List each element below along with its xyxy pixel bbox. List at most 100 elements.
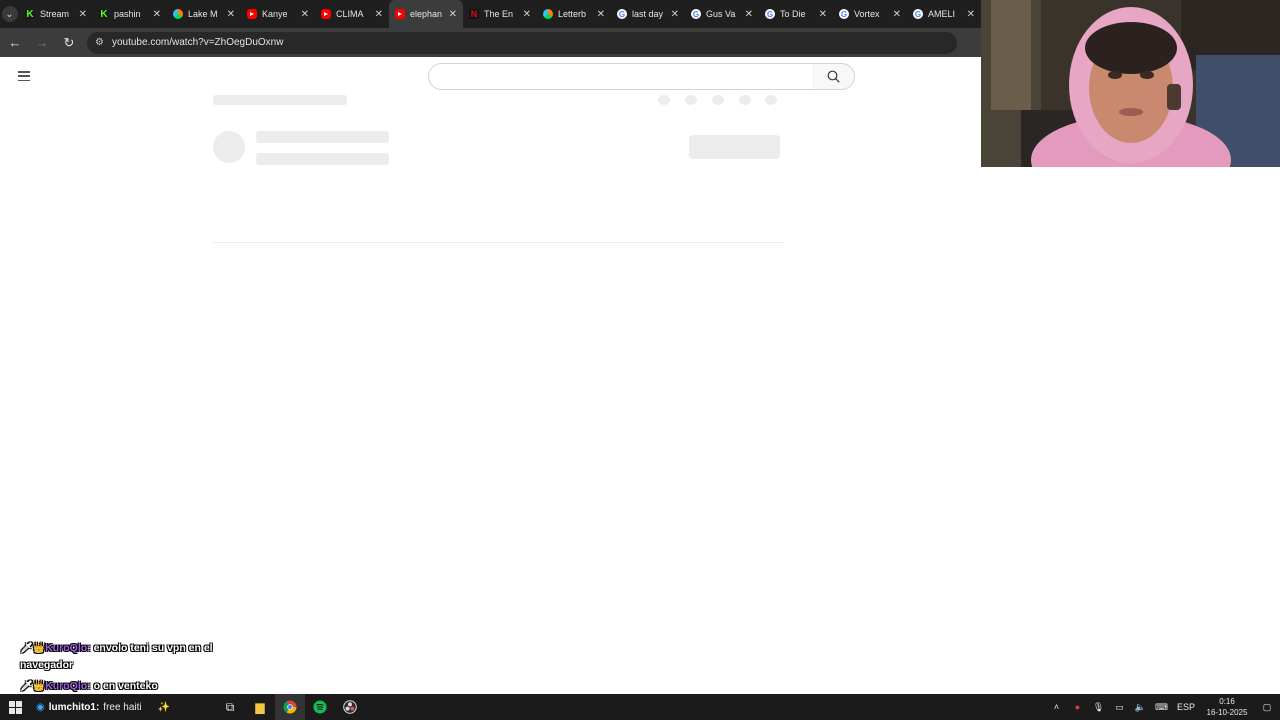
action-skeleton xyxy=(765,95,777,105)
forward-button[interactable]: → xyxy=(30,31,54,55)
google-icon: G xyxy=(765,9,775,19)
tab-label: To Die xyxy=(780,9,806,19)
guide-menu-icon[interactable] xyxy=(18,71,30,81)
address-bar[interactable]: ⚙ youtube.com/watch?v=ZhOegDuOxnw xyxy=(87,31,957,54)
close-icon[interactable]: ✕ xyxy=(745,9,753,20)
sword-badge-icon: 🗡 xyxy=(20,681,33,692)
close-icon[interactable]: ✕ xyxy=(893,9,901,20)
tab-label: Lake M xyxy=(188,9,218,19)
browser-tab[interactable]: Kpashin ✕ xyxy=(93,0,167,28)
browser-tab[interactable]: CLIMA ✕ xyxy=(315,0,389,28)
tab-label: CLIMA xyxy=(336,9,364,19)
keyboard-icon[interactable]: ⌨ xyxy=(1151,702,1172,713)
tab-label: Letterb xyxy=(558,9,587,19)
kick-icon: K xyxy=(99,8,109,20)
search-button[interactable] xyxy=(812,63,855,90)
chrome-button[interactable] xyxy=(275,694,305,720)
tab-label: Vortex xyxy=(854,9,880,19)
taskbar-search[interactable]: ◉ lumchito1: free haiti ✨ xyxy=(30,694,215,720)
browser-tab[interactable]: Lake M ✕ xyxy=(167,0,241,28)
close-icon[interactable]: ✕ xyxy=(153,9,161,20)
search-icon xyxy=(827,70,840,83)
close-icon[interactable]: ✕ xyxy=(375,9,383,20)
tab-strip: ⌄ K Stream ✕ Kpashin ✕ Lake M ✕ Kanye ✕ CLIMA ✕ ele… xyxy=(0,0,981,28)
tab-label: Kanye xyxy=(262,9,288,19)
windows-icon xyxy=(8,700,22,714)
sparkle-icon: ✨ xyxy=(157,701,171,713)
address-text: youtube.com/watch?v=ZhOegDuOxnw xyxy=(111,37,284,48)
chat-username: KuroQlo: xyxy=(45,642,91,654)
close-icon[interactable]: ✕ xyxy=(671,9,679,20)
file-explorer-button[interactable]: ▆ xyxy=(245,694,275,720)
clock-time: 0:16 xyxy=(1219,697,1235,706)
channel-avatar-skeleton xyxy=(213,131,245,163)
close-icon[interactable]: ✕ xyxy=(819,9,827,20)
browser-tab[interactable]: K Stream ✕ xyxy=(19,0,93,28)
stream-chat: 🗡👑KuroQlo: envolo teni su vpn en el nave… xyxy=(20,640,260,700)
browser-tab[interactable]: Glast day ✕ xyxy=(611,0,685,28)
youtube-page xyxy=(0,57,981,694)
google-icon: G xyxy=(617,9,627,19)
reload-button[interactable]: ↻ xyxy=(57,31,81,55)
folder-icon: ▆ xyxy=(255,700,265,714)
sword-badge-icon: 🗡 xyxy=(20,643,33,654)
notifications-icon[interactable]: ▢ xyxy=(1254,702,1280,713)
channel-name-skeleton xyxy=(256,131,389,143)
close-icon[interactable]: ✕ xyxy=(523,9,531,20)
network-icon[interactable]: ▭ xyxy=(1109,702,1130,713)
close-icon[interactable]: ✕ xyxy=(597,9,605,20)
chevron-down-icon: ⌄ xyxy=(1,6,18,22)
tab-search-button[interactable]: ⌄ xyxy=(0,0,19,28)
letterboxd-icon xyxy=(173,9,183,19)
spotify-button[interactable] xyxy=(305,694,335,720)
tab-label: last day xyxy=(632,9,664,19)
google-icon: G xyxy=(913,9,923,19)
browser-tab[interactable]: G To Die ✕ xyxy=(759,0,833,28)
browser-tab[interactable]: G Vortex ✕ xyxy=(833,0,907,28)
google-icon: G xyxy=(691,9,701,19)
close-icon[interactable]: ✕ xyxy=(449,9,457,20)
tab-label: AMELI xyxy=(928,9,956,19)
search-user: lumchito1: xyxy=(48,701,100,713)
search-input[interactable] xyxy=(428,63,813,90)
close-icon[interactable]: ✕ xyxy=(967,9,975,20)
close-icon[interactable]: ✕ xyxy=(79,9,87,20)
obs-button[interactable] xyxy=(335,694,365,720)
search-text: free haiti xyxy=(103,701,142,713)
browser-tab[interactable]: elephan ✕ xyxy=(389,0,463,28)
kick-icon: K xyxy=(25,8,35,20)
browser-toolbar: ← → ↻ ⚙ youtube.com/watch?v=ZhOegDuOxnw xyxy=(0,28,981,57)
chat-message: 🗡👑KuroQlo: o en venteko xyxy=(20,678,260,695)
site-info-icon[interactable]: ⚙ xyxy=(95,37,104,48)
browser-tab[interactable]: G AMELI ✕ xyxy=(907,0,981,28)
system-tray: ˄ ● 🎙 ▭ 🔈 ⌨ ESP 0:16 16-10-2025 ▢ xyxy=(1046,694,1280,720)
language-indicator[interactable]: ESP xyxy=(1172,702,1200,712)
start-button[interactable] xyxy=(0,694,30,720)
recording-icon[interactable]: ● xyxy=(1067,702,1088,712)
google-icon: G xyxy=(839,9,849,19)
task-view-button[interactable]: ⧉ xyxy=(215,694,245,720)
microphone-icon[interactable]: 🎙 xyxy=(1088,702,1109,713)
close-icon[interactable]: ✕ xyxy=(227,9,235,20)
browser-tab[interactable]: Letterb ✕ xyxy=(537,0,611,28)
close-icon[interactable]: ✕ xyxy=(301,9,309,20)
tab-label: The En xyxy=(484,9,514,19)
tab-label: Stream xyxy=(40,9,70,19)
taskbar: ◉ lumchito1: free haiti ✨ ⧉ ▆ ˄ ● 🎙 ▭ 🔈 … xyxy=(0,694,1280,720)
browser-tab[interactable]: Kanye ✕ xyxy=(241,0,315,28)
back-button[interactable]: ← xyxy=(3,31,27,55)
youtube-icon xyxy=(395,9,405,19)
clock[interactable]: 0:16 16-10-2025 xyxy=(1200,696,1254,718)
webcam-overlay xyxy=(981,0,1280,167)
crown-badge-icon: 👑 xyxy=(32,681,46,692)
obs-icon xyxy=(343,700,357,714)
screen: ⌄ K Stream ✕ Kpashin ✕ Lake M ✕ Kanye ✕ CLIMA ✕ ele… xyxy=(0,0,1280,720)
chrome-icon xyxy=(283,700,297,714)
search-icon: ◉ xyxy=(36,701,45,713)
tab-label: pashin xyxy=(114,9,141,19)
browser-tab[interactable]: N The En ✕ xyxy=(463,0,537,28)
action-skeleton xyxy=(712,95,724,105)
volume-icon[interactable]: 🔈 xyxy=(1130,702,1151,713)
browser-tab[interactable]: G Gus Va ✕ xyxy=(685,0,759,28)
chevron-up-icon[interactable]: ˄ xyxy=(1046,702,1067,712)
